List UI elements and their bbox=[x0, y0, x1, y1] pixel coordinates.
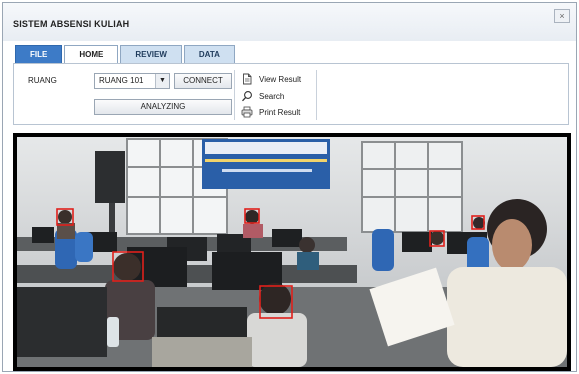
room-select[interactable]: RUANG 101 ▼ bbox=[94, 73, 170, 89]
chevron-down-icon[interactable]: ▼ bbox=[155, 74, 169, 88]
camera-feed bbox=[13, 133, 571, 371]
view-result-label: View Result bbox=[259, 74, 302, 84]
search-label: Search bbox=[259, 91, 285, 101]
ribbon-separator bbox=[234, 70, 235, 120]
connect-button[interactable]: CONNECT bbox=[174, 73, 232, 89]
tab-review[interactable]: REVIEW bbox=[120, 45, 182, 63]
classroom-image bbox=[17, 137, 567, 367]
printer-icon bbox=[241, 106, 253, 118]
room-select-value: RUANG 101 bbox=[99, 76, 144, 85]
analyzing-button[interactable]: ANALYZING bbox=[94, 99, 232, 115]
search-button[interactable]: Search bbox=[241, 89, 284, 103]
ribbon-panel: RUANG RUANG 101 ▼ CONNECT ANALYZING View… bbox=[13, 63, 569, 125]
print-result-button[interactable]: Print Result bbox=[241, 105, 300, 119]
print-result-label: Print Result bbox=[259, 107, 301, 117]
app-title: SISTEM ABSENSI KULIAH bbox=[13, 19, 130, 29]
close-button[interactable]: × bbox=[554, 9, 570, 23]
document-icon bbox=[243, 73, 252, 85]
tab-file[interactable]: FILE bbox=[15, 45, 63, 63]
ribbon-separator bbox=[316, 70, 317, 120]
tab-data[interactable]: DATA bbox=[183, 45, 235, 63]
ribbon-tabs: FILE HOME REVIEW DATA bbox=[15, 45, 237, 63]
search-icon bbox=[242, 91, 252, 102]
app-window: SISTEM ABSENSI KULIAH × FILE HOME REVIEW… bbox=[2, 2, 577, 372]
view-result-button[interactable]: View Result bbox=[241, 72, 301, 86]
ruang-label: RUANG bbox=[28, 76, 57, 85]
tab-home[interactable]: HOME bbox=[64, 45, 119, 63]
title-bar: SISTEM ABSENSI KULIAH × bbox=[3, 3, 576, 41]
